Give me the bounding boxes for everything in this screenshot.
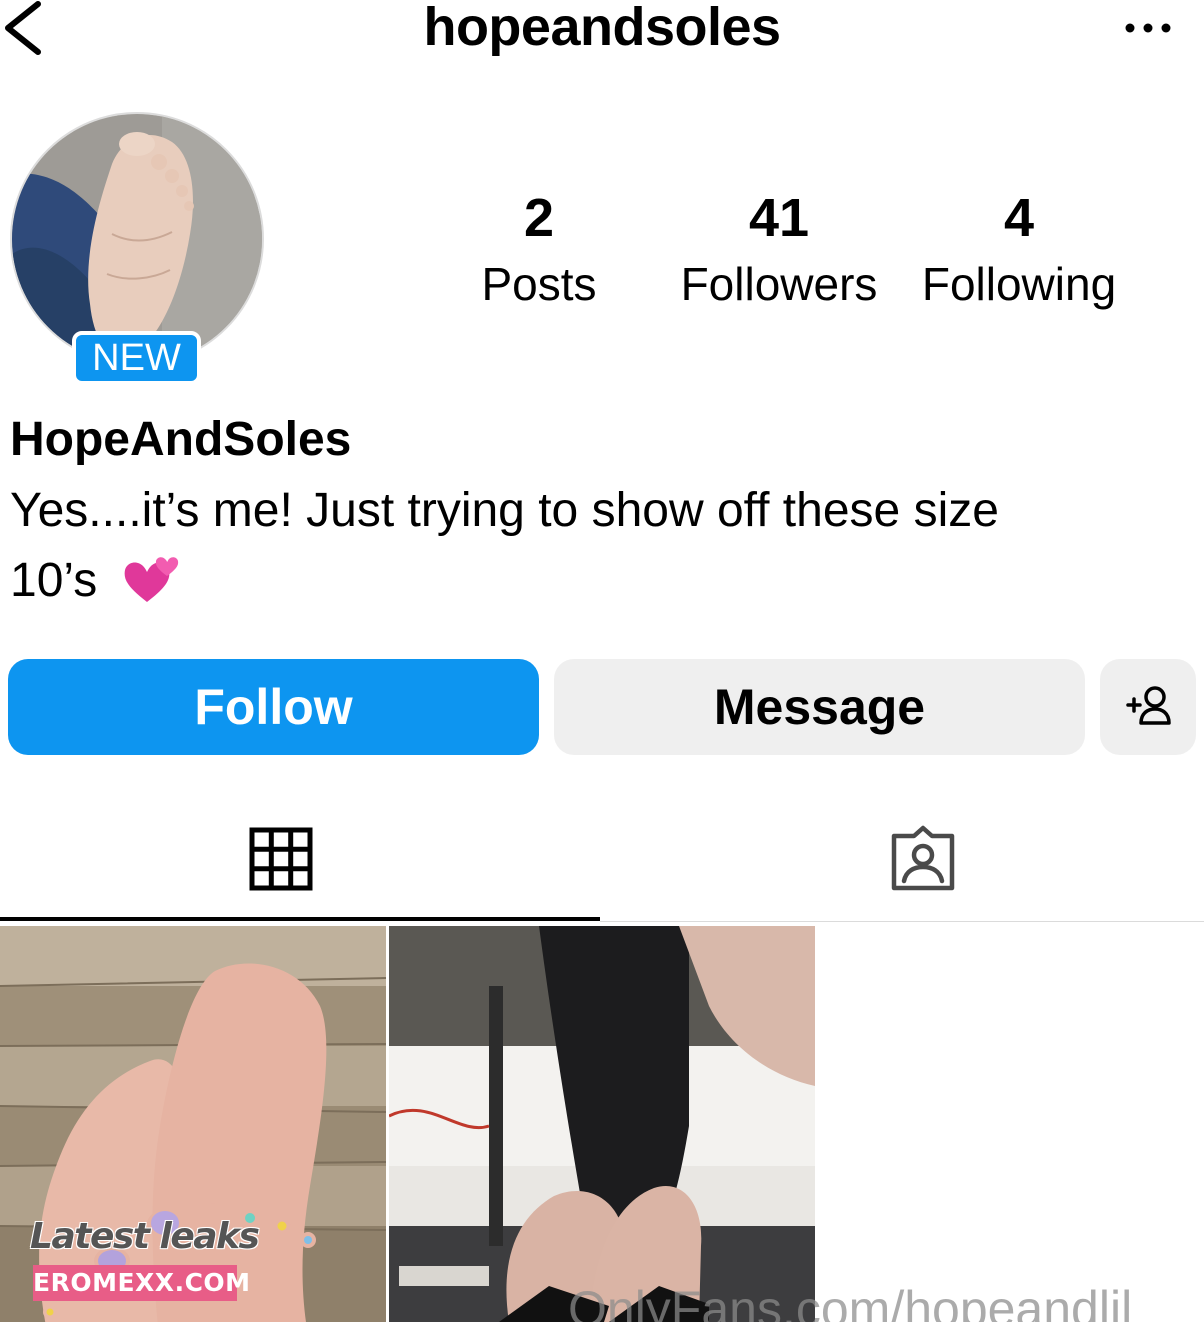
post-image-feet-under-desk (389, 926, 815, 1322)
two-hearts-icon (124, 557, 178, 602)
display-name: HopeAndSoles (10, 413, 352, 466)
bio-line-1: Yes....it’s me! Just trying to show off … (10, 484, 999, 537)
bio-line-2: 10’s (10, 554, 98, 607)
post-image-feet-painted-toes (0, 926, 386, 1322)
watermark-latest-leaks: Latest leaks (30, 1216, 260, 1257)
tab-tagged[interactable] (600, 800, 1204, 920)
more-options-button[interactable] (1118, 14, 1178, 44)
bio: Yes....it’s me! Just trying to show off … (10, 478, 1180, 614)
add-person-icon (1126, 686, 1171, 725)
followers-label: Followers (680, 258, 878, 310)
message-button[interactable]: Message (554, 659, 1085, 755)
ellipsis-icon (1125, 23, 1171, 33)
page-title: hopeandsoles (423, 0, 781, 57)
tagged-person-icon (891, 825, 955, 891)
posts-label: Posts (481, 258, 597, 310)
stat-posts[interactable]: 2 Posts (452, 188, 626, 312)
followers-count: 41 (748, 188, 810, 248)
stat-followers[interactable]: 41 Followers (664, 188, 894, 312)
suggested-accounts-button[interactable] (1100, 659, 1196, 755)
stat-following[interactable]: 4 Following (904, 188, 1134, 312)
profile-header: hopeandsoles (0, 0, 1204, 60)
new-badge: NEW (72, 331, 201, 385)
post-tile-2[interactable] (389, 926, 815, 1322)
following-count: 4 (1003, 188, 1035, 248)
avatar[interactable] (10, 112, 264, 366)
active-tab-indicator (0, 917, 600, 921)
posts-count: 2 (523, 188, 555, 248)
watermark-site-badge: EROMEXX.COM (33, 1265, 250, 1301)
tab-posts-grid[interactable] (0, 800, 600, 920)
tab-divider (600, 921, 1204, 922)
bio-line-2-wrapper: 10’s (10, 544, 1180, 614)
avatar-photo (12, 114, 262, 364)
follow-button[interactable]: Follow (8, 659, 539, 755)
grid-icon (249, 827, 313, 891)
watermark-onlyfans-url: OnlyFans.com/hopeandlil (568, 1281, 1133, 1322)
following-label: Following (921, 258, 1117, 310)
post-tile-1[interactable] (0, 926, 386, 1322)
